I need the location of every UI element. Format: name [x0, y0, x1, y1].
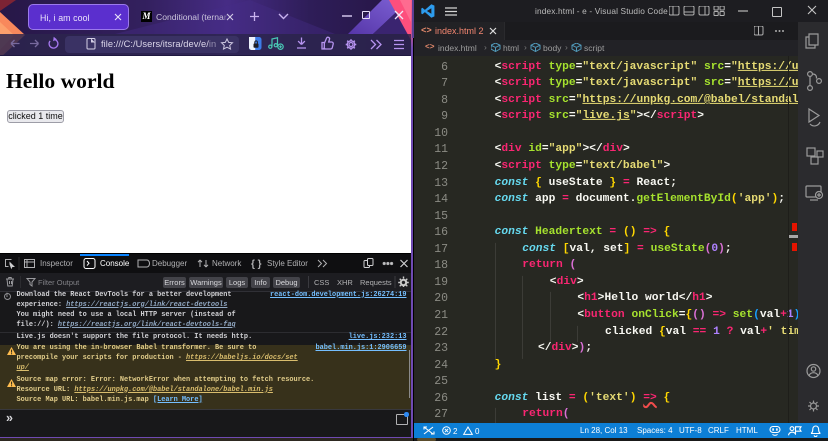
- svg-text:{ }: { }: [251, 259, 262, 270]
- svg-text:2: 2: [453, 427, 458, 436]
- svg-text:0: 0: [475, 427, 480, 436]
